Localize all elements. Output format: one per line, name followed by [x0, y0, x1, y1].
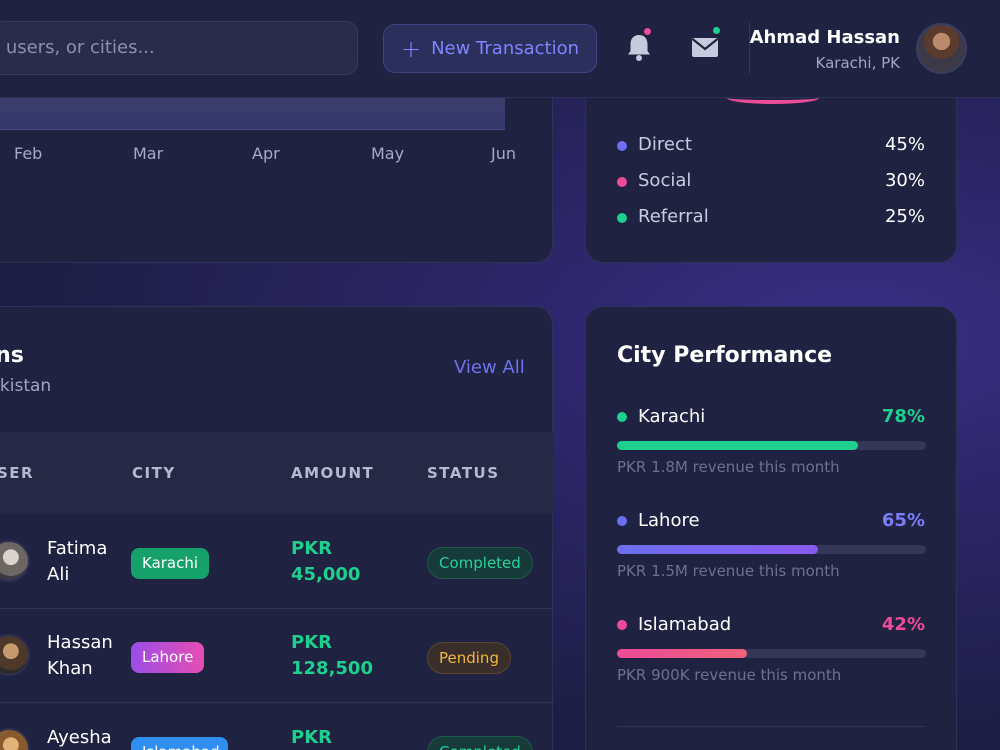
progress-track: [617, 441, 926, 450]
user-last-name: Ali: [47, 564, 70, 585]
progress-track: [617, 649, 926, 658]
column-header-user[interactable]: SER: [0, 464, 34, 482]
legend-value: 30%: [884, 170, 925, 191]
user-first-name: Hassan: [47, 632, 113, 653]
city-badge: Karachi: [131, 548, 210, 579]
city-revenue-note: PKR 1.5M revenue this month: [617, 562, 840, 580]
legend-item-direct: Direct 45%: [617, 134, 927, 158]
column-header-city[interactable]: CITY: [132, 464, 176, 482]
progress-track: [617, 545, 926, 554]
city-badge: Islamabad: [131, 737, 228, 750]
city-name: Karachi: [638, 406, 706, 427]
legend-value: 45%: [884, 134, 925, 155]
legend-dot: [617, 177, 627, 187]
transactions-title: ons: [0, 343, 24, 368]
month-label: Mar: [133, 144, 164, 163]
progress-fill: [617, 545, 818, 554]
month-label: May: [371, 144, 405, 163]
new-transaction-button[interactable]: + New Transaction: [383, 24, 597, 73]
user-first-name: Fatima: [47, 538, 108, 559]
user-name[interactable]: Ahmad Hassan: [750, 27, 900, 48]
amount-value: 128,500: [291, 658, 373, 679]
legend-dot: [617, 141, 627, 151]
notification-dot: [642, 26, 653, 37]
new-transaction-label: New Transaction: [431, 38, 580, 59]
city-performance-title: City Performance: [617, 343, 833, 368]
city-badge: Lahore: [131, 642, 205, 673]
row-divider: [0, 702, 553, 703]
notifications-button[interactable]: [622, 26, 656, 64]
user-location: Karachi, PK: [815, 54, 900, 72]
search-placeholder: s, users, or cities...: [0, 37, 155, 58]
amount-currency: PKR: [291, 727, 333, 748]
row-divider: [0, 608, 553, 609]
legend-item-social: Social 30%: [617, 170, 927, 194]
legend-label: Referral: [638, 206, 709, 227]
city-revenue-note: PKR 1.8M revenue this month: [617, 458, 840, 476]
progress-fill: [617, 441, 859, 450]
city-revenue-note: PKR 900K revenue this month: [617, 666, 842, 684]
section-divider: [617, 726, 926, 727]
city-dot: [617, 412, 627, 422]
user-avatar[interactable]: [916, 23, 967, 74]
city-percent: 42%: [881, 614, 925, 635]
top-header: s, users, or cities... + New Transaction…: [0, 0, 1000, 98]
column-header-amount[interactable]: AMOUNT: [291, 464, 374, 482]
progress-fill: [617, 649, 747, 658]
city-percent: 65%: [881, 510, 925, 531]
city-percent: 78%: [881, 406, 925, 427]
city-name: Lahore: [638, 510, 700, 531]
status-badge: Completed: [427, 736, 533, 750]
user-last-name: Khan: [47, 658, 93, 679]
legend-dot: [617, 213, 627, 223]
month-label: Apr: [252, 144, 280, 163]
column-header-status[interactable]: STATUS: [427, 464, 500, 482]
month-label: Jun: [491, 144, 516, 163]
status-badge: Pending: [427, 642, 511, 674]
legend-value: 25%: [884, 206, 925, 227]
user-first-name: Ayesha: [47, 727, 112, 748]
city-dot: [617, 620, 627, 630]
chart-area-fill: [0, 98, 505, 130]
legend-label: Social: [638, 170, 692, 191]
amount-currency: PKR: [291, 538, 333, 559]
city-name: Islamabad: [638, 614, 732, 635]
transactions-subtitle: Pakistan: [0, 376, 52, 396]
legend-label: Direct: [638, 134, 692, 155]
view-all-link[interactable]: View All: [454, 357, 525, 378]
legend-item-referral: Referral 25%: [617, 206, 927, 230]
amount-value: 45,000: [291, 564, 361, 585]
amount-currency: PKR: [291, 632, 333, 653]
search-input[interactable]: s, users, or cities...: [0, 21, 358, 75]
message-dot: [711, 25, 722, 36]
city-dot: [617, 516, 627, 526]
month-label: Feb: [14, 144, 43, 163]
status-badge: Completed: [427, 547, 533, 579]
messages-button[interactable]: [688, 25, 722, 64]
plus-icon: +: [400, 34, 422, 63]
